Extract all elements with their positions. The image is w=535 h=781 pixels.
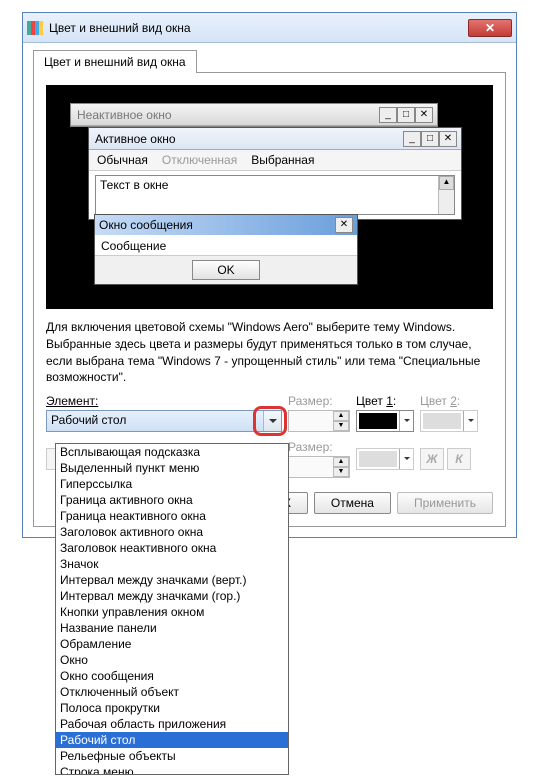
preview-area: Неактивное окно _ □ ✕ Активное окно _ □ <box>46 85 493 309</box>
dropdown-item[interactable]: Граница активного окна <box>56 492 288 508</box>
dropdown-item[interactable]: Интервал между значками (гор.) <box>56 588 288 604</box>
spin-down-icon: ▼ <box>333 467 349 477</box>
scrollbar-vertical[interactable]: ▲ <box>438 176 454 214</box>
chevron-down-icon[interactable] <box>399 411 413 431</box>
dropdown-item[interactable]: Значок <box>56 556 288 572</box>
color1-button[interactable] <box>356 410 414 432</box>
dropdown-item[interactable]: Отключенный объект <box>56 684 288 700</box>
preview-message-window: Окно сообщения ✕ Сообщение OK <box>94 214 358 285</box>
message-title: Окно сообщения <box>99 218 335 232</box>
chevron-down-icon <box>399 449 413 469</box>
active-window-title: Активное окно <box>93 132 403 146</box>
window-title: Цвет и внешний вид окна <box>49 21 468 35</box>
spin-up-icon[interactable]: ▲ <box>333 411 349 421</box>
dropdown-item[interactable]: Гиперссылка <box>56 476 288 492</box>
color1-swatch <box>359 413 397 429</box>
size-spinner[interactable]: ▲▼ <box>288 410 350 432</box>
active-window-header: Активное окно _ □ ✕ <box>89 128 461 150</box>
preview-textbox[interactable]: Текст в окне ▲ <box>95 175 455 215</box>
info-text: Для включения цветовой схемы "Windows Ae… <box>46 319 493 386</box>
label-font-size: Размер: <box>288 440 350 454</box>
dropdown-item[interactable]: Граница неактивного окна <box>56 508 288 524</box>
dropdown-item[interactable]: Рабочий стол <box>56 732 288 748</box>
label-color2: Цвет 2: <box>420 394 478 408</box>
chevron-down-icon <box>463 411 477 431</box>
label-size: Размер: <box>288 394 350 408</box>
maximize-icon[interactable]: □ <box>421 131 439 147</box>
maximize-icon[interactable]: □ <box>397 107 415 123</box>
textbox-text: Текст в окне <box>100 178 168 192</box>
app-icon <box>27 21 43 35</box>
font-size-spinner: ▲▼ <box>288 456 350 478</box>
minimize-icon[interactable]: _ <box>379 107 397 123</box>
color2-button <box>420 410 478 432</box>
combobox-value: Рабочий стол <box>47 411 263 431</box>
dropdown-item[interactable]: Обрамление <box>56 636 288 652</box>
dropdown-item[interactable]: Окно сообщения <box>56 668 288 684</box>
dropdown-item[interactable]: Кнопки управления окном <box>56 604 288 620</box>
message-body: Сообщение <box>95 235 357 256</box>
menu-item-selected[interactable]: Выбранная <box>251 153 314 167</box>
element-dropdown-list[interactable]: Всплывающая подсказкаВыделенный пункт ме… <box>55 443 289 775</box>
dropdown-item[interactable]: Строка меню <box>56 764 288 775</box>
apply-button: Применить <box>397 492 493 514</box>
dropdown-item[interactable]: Рельефные объекты <box>56 748 288 764</box>
scroll-up-icon[interactable]: ▲ <box>439 176 454 190</box>
dropdown-item[interactable]: Заголовок активного окна <box>56 524 288 540</box>
close-icon[interactable]: ✕ <box>335 217 353 233</box>
message-header: Окно сообщения ✕ <box>95 215 357 235</box>
font-color-button <box>356 448 414 470</box>
close-icon[interactable]: ✕ <box>439 131 457 147</box>
spin-down-icon[interactable]: ▼ <box>333 421 349 431</box>
inactive-window-title: Неактивное окно <box>75 108 379 122</box>
italic-button: К <box>447 448 471 470</box>
close-button[interactable]: ✕ <box>468 19 512 37</box>
dropdown-item[interactable]: Окно <box>56 652 288 668</box>
chevron-down-icon[interactable] <box>263 411 281 431</box>
tab-appearance[interactable]: Цвет и внешний вид окна <box>33 50 197 73</box>
titlebar[interactable]: Цвет и внешний вид окна ✕ <box>23 13 516 43</box>
close-icon[interactable]: ✕ <box>415 107 433 123</box>
dropdown-item[interactable]: Название панели <box>56 620 288 636</box>
menu-bar: Обычная Отключенная Выбранная <box>89 150 461 171</box>
dropdown-item[interactable]: Всплывающая подсказка <box>56 444 288 460</box>
dropdown-item[interactable]: Выделенный пункт меню <box>56 460 288 476</box>
label-element: Элемент: <box>46 394 282 408</box>
size-value <box>289 411 333 431</box>
dropdown-item[interactable]: Рабочая область приложения <box>56 716 288 732</box>
preview-active-window: Активное окно _ □ ✕ Обычная Отключенная … <box>88 127 462 220</box>
spin-up-icon: ▲ <box>333 457 349 467</box>
settings-row-1: Элемент: Рабочий стол Размер: ▲▼ Цвет <box>46 394 493 432</box>
cancel-button[interactable]: Отмена <box>314 492 391 514</box>
dropdown-item[interactable]: Полоса прокрутки <box>56 700 288 716</box>
message-button-row: OK <box>95 256 357 284</box>
message-ok-button[interactable]: OK <box>192 260 259 280</box>
dropdown-item[interactable]: Интервал между значками (верт.) <box>56 572 288 588</box>
dropdown-item[interactable]: Заголовок неактивного окна <box>56 540 288 556</box>
preview-inactive-window: Неактивное окно _ □ ✕ <box>70 103 438 127</box>
bold-button: Ж <box>420 448 444 470</box>
inactive-window-header: Неактивное окно _ □ ✕ <box>71 104 437 126</box>
menu-item-normal[interactable]: Обычная <box>97 153 148 167</box>
color2-swatch <box>423 413 461 429</box>
element-combobox[interactable]: Рабочий стол <box>46 410 282 432</box>
menu-item-disabled: Отключенная <box>162 153 237 167</box>
minimize-icon[interactable]: _ <box>403 131 421 147</box>
label-color1: Цвет 1: <box>356 394 414 408</box>
